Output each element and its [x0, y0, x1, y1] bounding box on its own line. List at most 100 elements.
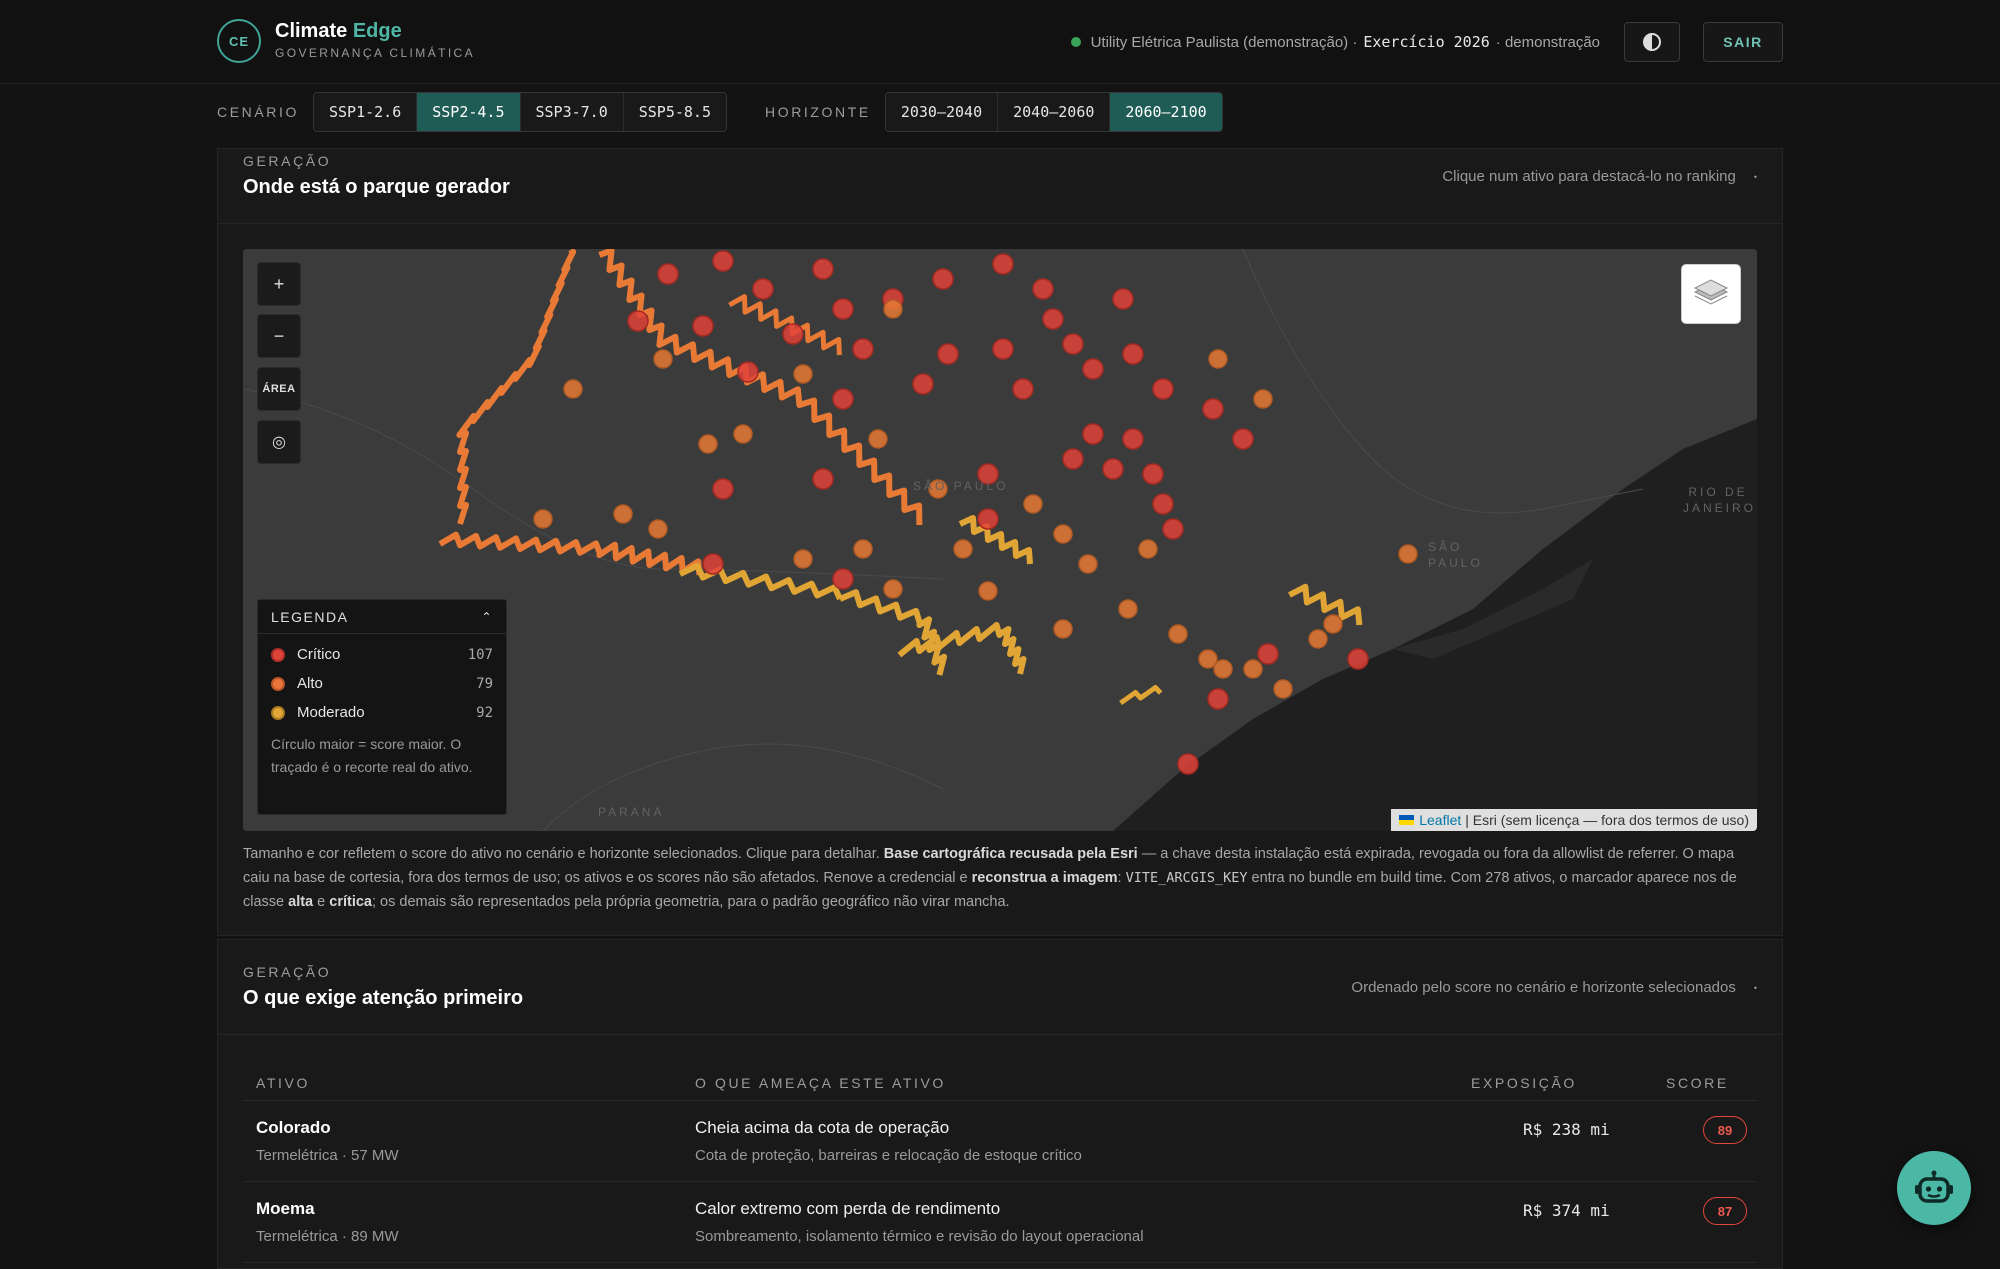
col-asset[interactable]: ATIVO: [256, 1075, 310, 1091]
zoom-in-button[interactable]: +: [257, 262, 301, 306]
asset-marker: [1053, 619, 1073, 639]
robot-icon: [1915, 1170, 1953, 1203]
theme-toggle-button[interactable]: [1624, 22, 1680, 62]
company-name: Utility Elétrica Paulista (demonstração)…: [1090, 33, 1358, 51]
asset-marker: [1032, 278, 1054, 300]
section-title: Onde está o parque gerador: [243, 176, 510, 198]
asset-marker: [812, 468, 834, 490]
asset-marker: [1082, 358, 1104, 380]
scenario-option[interactable]: SSP3-7.0: [520, 93, 624, 131]
asset-marker: [1253, 389, 1273, 409]
asset-marker: [977, 508, 999, 530]
map-label-state: SÃO PAULO: [913, 479, 1009, 493]
mode-label: · demonstração: [1495, 33, 1600, 51]
asset-marker: [1243, 659, 1263, 679]
layers-icon: [1693, 279, 1729, 305]
asset-marker: [782, 323, 804, 345]
scenario-option[interactable]: SSP1-2.6: [314, 93, 418, 131]
col-score[interactable]: SCORE: [1666, 1075, 1729, 1091]
river-geometries: [438, 249, 1363, 706]
scenario-option-active[interactable]: SSP2-4.5: [417, 93, 521, 131]
asset-marker: [1347, 648, 1369, 670]
status-dot-icon: [1070, 37, 1081, 47]
asset-marker: [932, 268, 954, 290]
area-select-button[interactable]: ÁREA: [257, 367, 301, 411]
asset-geometry: [838, 589, 948, 676]
asset-marker: [832, 568, 854, 590]
org-status: Utility Elétrica Paulista (demonstração)…: [1070, 33, 1600, 51]
asset-marker: [1012, 378, 1034, 400]
asset-marker: [868, 429, 888, 449]
filter-bar: CENÁRIO SSP1-2.6 SSP2-4.5 SSP3-7.0 SSP5-…: [217, 92, 1223, 132]
logout-button[interactable]: SAIR: [1703, 22, 1783, 62]
asset-marker: [712, 478, 734, 500]
assistant-button[interactable]: [1897, 1151, 1971, 1225]
asset-marker: [1208, 349, 1228, 369]
col-exposure[interactable]: EXPOSIÇÃO: [1471, 1075, 1577, 1091]
asset-marker: [752, 278, 774, 300]
score-badge: 87: [1703, 1197, 1747, 1225]
asset-map[interactable]: SÃO PAULO RIO DE JANEIRO SÃO PAULO PARAN…: [243, 249, 1757, 831]
asset-marker: [852, 338, 874, 360]
asset-marker: [1053, 524, 1073, 544]
asset-marker: [1078, 554, 1098, 574]
legend-header[interactable]: LEGENDA ⌃: [258, 600, 506, 634]
asset-marker: [1062, 333, 1084, 355]
asset-marker: [1308, 629, 1328, 649]
asset-marker: [1152, 378, 1174, 400]
asset-marker: [832, 388, 854, 410]
asset-marker: [883, 299, 903, 319]
asset-marker: [793, 364, 813, 384]
asset-marker: [978, 581, 998, 601]
app-header: CE Climate Edge GOVERNANÇA CLIMÁTICA Uti…: [0, 0, 2000, 84]
asset-marker: [533, 509, 553, 529]
asset-marker: [1042, 308, 1064, 330]
table-row[interactable]: Moema Termelétrica · 89 MW Calor extremo…: [243, 1183, 1757, 1263]
map-attribution: Leaflet | Esri (sem licença — fora dos t…: [1391, 809, 1757, 831]
asset-marker: [1323, 614, 1343, 634]
asset-marker: [953, 539, 973, 559]
asset-marker: [1232, 428, 1254, 450]
asset-marker: [992, 338, 1014, 360]
asset-marker: [1168, 624, 1188, 644]
col-threat[interactable]: O QUE AMEAÇA ESTE ATIVO: [695, 1075, 946, 1091]
asset-marker: [627, 310, 649, 332]
zoom-out-button[interactable]: −: [257, 314, 301, 358]
asset-marker: [1213, 659, 1233, 679]
ukraine-flag-icon: [1399, 815, 1415, 825]
layers-button[interactable]: [1681, 264, 1741, 324]
horizon-option[interactable]: 2040–2060: [998, 93, 1111, 131]
asset-marker: [812, 258, 834, 280]
asset-marker: [1062, 448, 1084, 470]
map-label-parana: PARANÁ: [598, 805, 665, 819]
asset-marker: [1177, 753, 1199, 775]
map-legend: LEGENDA ⌃ Crítico 107 Alto 79 Moderado 9…: [257, 599, 507, 815]
asset-marker: [1162, 518, 1184, 540]
asset-marker: [712, 250, 734, 272]
logo-badge: CE: [217, 19, 261, 63]
asset-marker: [702, 553, 724, 575]
swatch-critical: [271, 647, 285, 662]
asset-marker: [1273, 679, 1293, 699]
asset-marker: [1138, 539, 1158, 559]
asset-marker: [1102, 458, 1124, 480]
swatch-moderate: [271, 705, 285, 720]
horizon-option[interactable]: 2030–2040: [885, 93, 999, 131]
asset-marker: [1023, 494, 1043, 514]
legend-item: Crítico 107: [258, 640, 506, 669]
asset-marker: [1202, 398, 1224, 420]
asset-marker: [737, 361, 759, 383]
asset-marker: [692, 315, 714, 337]
scenario-selector: SSP1-2.6 SSP2-4.5 SSP3-7.0 SSP5-8.5: [313, 92, 727, 132]
leaflet-link[interactable]: Leaflet: [1419, 812, 1461, 828]
scenario-option[interactable]: SSP5-8.5: [623, 93, 726, 131]
section-kicker: GERAÇÃO: [243, 964, 332, 980]
locate-button[interactable]: ◎: [257, 420, 301, 464]
asset-marker: [937, 343, 959, 365]
asset-marker: [733, 424, 753, 444]
asset-geometry: [456, 249, 577, 525]
asset-marker: [613, 504, 633, 524]
asset-geometry: [1288, 583, 1363, 626]
table-row[interactable]: Colorado Termelétrica · 57 MW Cheia acim…: [243, 1102, 1757, 1182]
horizon-option-active[interactable]: 2060–2100: [1110, 93, 1222, 131]
